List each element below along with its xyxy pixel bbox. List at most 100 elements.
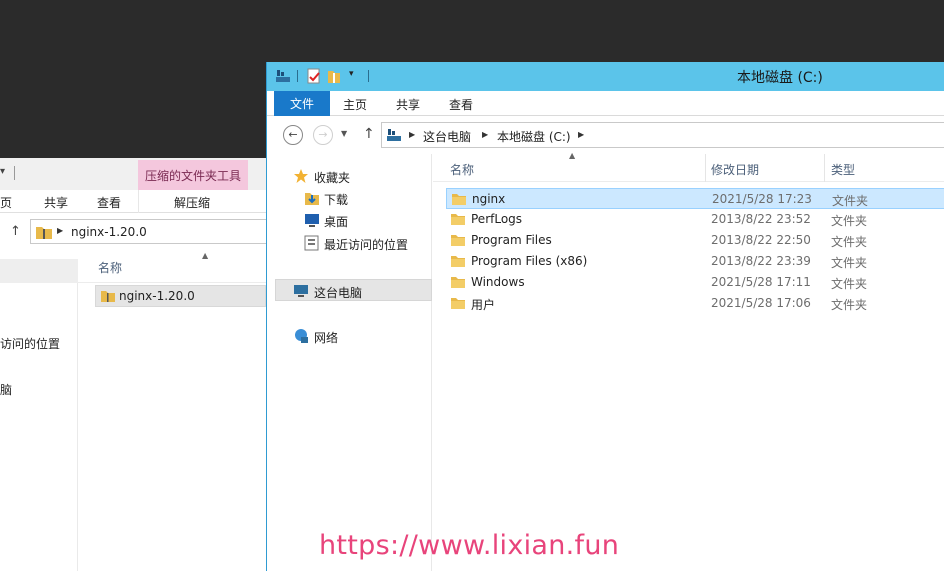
folder-icon: [451, 235, 465, 246]
file-name: 用户: [471, 298, 496, 312]
file-type: 文件夹: [831, 277, 868, 291]
address-bar[interactable]: ▶ 这台电脑 ▶ 本地磁盘 (C:) ▶: [381, 122, 944, 148]
breadcrumb-separator-icon[interactable]: ▶: [409, 130, 415, 139]
back-column-header: ▲ 名称: [78, 251, 266, 283]
nav-item-recent[interactable]: 最近访问的位置: [267, 232, 432, 254]
file-name: nginx: [472, 192, 506, 206]
computer-icon: [294, 285, 308, 297]
back-title-bar: ▾ 压缩的文件夹工具: [0, 158, 266, 190]
file-name: Program Files (x86): [471, 254, 588, 268]
new-folder-icon[interactable]: [327, 68, 341, 84]
window-title: 本地磁盘 (C:): [737, 70, 823, 86]
nav-item-network[interactable]: 网络: [267, 325, 432, 347]
nav-selected-item[interactable]: [0, 259, 78, 283]
file-row[interactable]: Windows 2021/5/28 17:11 文件夹: [446, 272, 944, 293]
back-navigation-pane: 访问的位置 脑: [0, 259, 78, 571]
download-icon: [305, 193, 319, 205]
column-name-header[interactable]: 名称: [98, 259, 122, 276]
nav-label: 桌面: [324, 215, 349, 229]
properties-icon[interactable]: [307, 68, 321, 84]
star-icon: [294, 169, 308, 183]
file-row[interactable]: nginx-1.20.0: [95, 285, 266, 307]
file-row[interactable]: Program Files (x86) 2013/8/22 23:39 文件夹: [446, 251, 944, 272]
zip-folder-icon: [36, 227, 52, 239]
file-row[interactable]: nginx 2021/5/28 17:23 文件夹: [446, 188, 944, 209]
compressed-folder-tools-tab[interactable]: 压缩的文件夹工具: [138, 160, 248, 190]
ribbon-separator: [138, 190, 139, 213]
file-modified-date: 2021/5/28 17:23: [712, 192, 812, 206]
toolbar-separator: [14, 166, 15, 180]
column-modified-header[interactable]: 修改日期: [711, 161, 759, 178]
sort-ascending-icon: ▲: [202, 251, 209, 260]
tab-view[interactable]: 查看: [449, 96, 473, 113]
file-type: 文件夹: [831, 298, 868, 312]
nav-label: 收藏夹: [314, 171, 351, 185]
file-name: PerfLogs: [471, 212, 523, 226]
breadcrumb-separator-icon[interactable]: ▶: [578, 130, 584, 139]
nav-item-this-pc[interactable]: 这台电脑: [275, 279, 432, 301]
computer-system-icon[interactable]: [275, 68, 291, 84]
nav-label: 下载: [324, 193, 349, 207]
address-row: ← → ▼ ↑ ▶ 这台电脑 ▶ 本地磁盘 (C:) ▶: [267, 116, 944, 154]
tab-home[interactable]: 页: [0, 194, 12, 211]
file-row[interactable]: Program Files 2013/8/22 22:50 文件夹: [446, 230, 944, 251]
column-divider[interactable]: [705, 154, 706, 182]
nav-item-favorites[interactable]: 收藏夹: [267, 165, 432, 187]
network-icon: [295, 329, 308, 343]
folder-icon: [451, 256, 465, 267]
nav-item-desktop[interactable]: 桌面: [267, 209, 432, 231]
breadcrumb-folder[interactable]: nginx-1.20.0: [71, 225, 147, 239]
column-type-header[interactable]: 类型: [831, 161, 855, 178]
file-modified-date: 2013/8/22 23:52: [711, 212, 811, 226]
column-name-header[interactable]: 名称: [450, 161, 474, 178]
column-divider[interactable]: [824, 154, 825, 182]
back-explorer-window[interactable]: ▾ 压缩的文件夹工具 页 共享 查看 解压缩 ↑ ▶ nginx-1.20.0 …: [0, 158, 266, 571]
tab-file[interactable]: 文件: [274, 91, 330, 116]
folder-icon: [451, 298, 465, 309]
forward-arrow-icon[interactable]: →: [313, 125, 333, 145]
file-type: 文件夹: [831, 256, 868, 270]
nav-item-downloads[interactable]: 下载: [267, 187, 432, 209]
back-address-row: ↑ ▶ nginx-1.20.0: [0, 215, 266, 249]
file-type: 文件夹: [831, 214, 868, 228]
toolbar-separator: [297, 70, 298, 82]
up-arrow-icon[interactable]: ↑: [363, 126, 375, 142]
nav-item-this-pc[interactable]: 脑: [0, 381, 12, 398]
nav-label: 这台电脑: [314, 286, 363, 300]
file-row[interactable]: 用户 2021/5/28 17:06 文件夹: [446, 293, 944, 314]
file-name: nginx-1.20.0: [119, 289, 195, 303]
recent-locations-dropdown-icon[interactable]: ▼: [341, 129, 347, 138]
file-modified-date: 2021/5/28 17:11: [711, 275, 811, 289]
tab-home[interactable]: 主页: [343, 96, 367, 113]
back-address-bar[interactable]: ▶ nginx-1.20.0: [30, 219, 266, 244]
back-ribbon-tabs: 页 共享 查看 解压缩: [0, 190, 266, 213]
up-arrow-icon[interactable]: ↑: [10, 224, 21, 239]
file-modified-date: 2013/8/22 22:50: [711, 233, 811, 247]
tab-view[interactable]: 查看: [97, 194, 121, 211]
back-arrow-icon[interactable]: ←: [283, 125, 303, 145]
computer-icon: [387, 129, 401, 141]
customize-toolbar-dropdown-icon[interactable]: ▾: [349, 69, 354, 79]
breadcrumb-this-pc[interactable]: 这台电脑: [423, 128, 471, 145]
file-modified-date: 2021/5/28 17:06: [711, 296, 811, 310]
folder-icon: [452, 194, 466, 205]
tab-extract[interactable]: 解压缩: [174, 194, 210, 211]
tab-share[interactable]: 共享: [396, 96, 420, 113]
file-name: Windows: [471, 275, 525, 289]
breadcrumb-local-disk[interactable]: 本地磁盘 (C:): [497, 128, 571, 145]
breadcrumb-separator-icon[interactable]: ▶: [482, 130, 488, 139]
title-bar: ▾ 本地磁盘 (C:): [267, 62, 944, 91]
column-header: ▲ 名称 修改日期 类型: [433, 151, 944, 182]
file-row[interactable]: PerfLogs 2013/8/22 23:52 文件夹: [446, 209, 944, 230]
recent-places-icon: [304, 235, 319, 251]
watermark-url: https://www.lixian.fun: [319, 530, 620, 561]
tab-share[interactable]: 共享: [44, 194, 68, 211]
file-type: 文件夹: [831, 235, 868, 249]
front-explorer-window[interactable]: ▾ 本地磁盘 (C:) 文件 主页 共享 查看 ← → ▼ ↑ ▶ 这台电脑 ▶…: [266, 62, 944, 571]
quick-access-dropdown-icon[interactable]: ▾: [0, 166, 5, 177]
nav-item-recent[interactable]: 访问的位置: [0, 335, 60, 352]
folder-icon: [451, 277, 465, 288]
folder-icon: [101, 291, 115, 302]
file-type: 文件夹: [832, 194, 869, 208]
breadcrumb-separator-icon: ▶: [57, 226, 64, 235]
